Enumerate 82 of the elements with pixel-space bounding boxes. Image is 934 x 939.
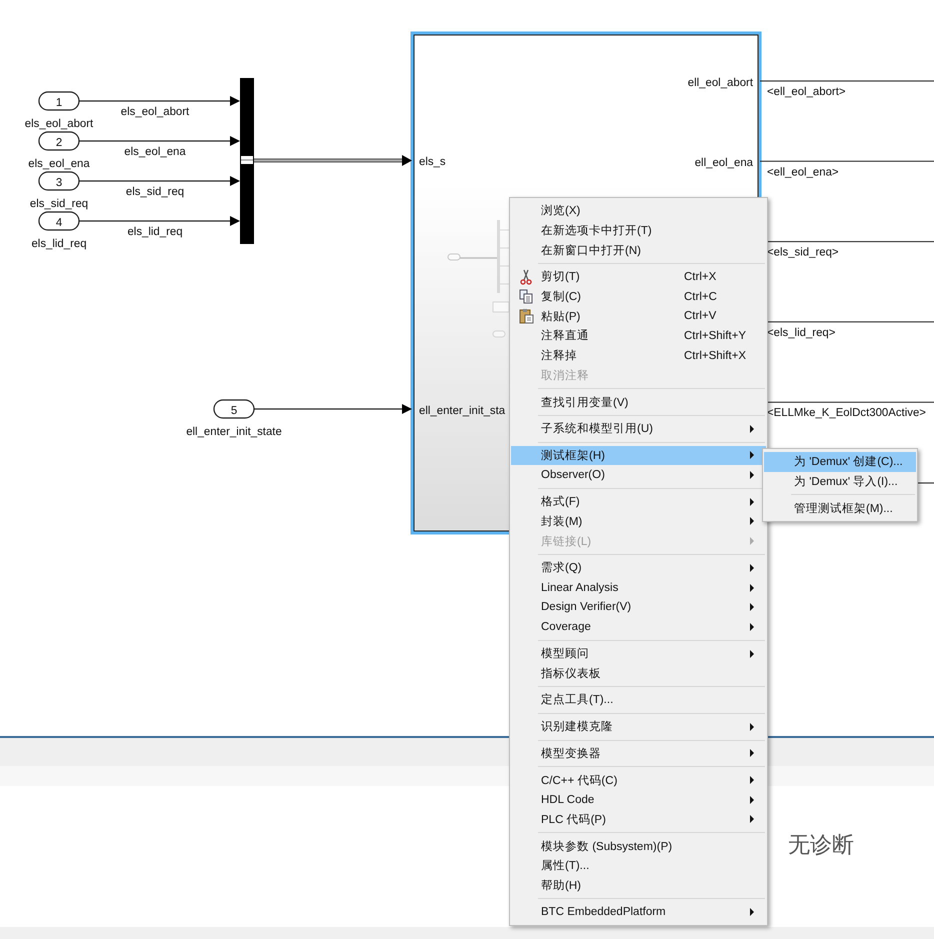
menu-item[interactable]: 注释直通 Ctrl+Shift+Y — [511, 326, 766, 346]
signal-label: els_lid_req — [127, 226, 183, 238]
submenu-arrow-icon — [750, 537, 754, 546]
menu-item[interactable]: 剪切(T) Ctrl+X — [511, 267, 766, 287]
port-number: 4 — [56, 217, 62, 229]
menu-item[interactable]: 需求(Q) — [511, 558, 766, 578]
scissors-icon — [519, 268, 533, 285]
port-label: ell_eol_ena — [694, 157, 753, 169]
menu-item[interactable]: HDL Code — [511, 790, 766, 810]
port-number: 3 — [56, 177, 62, 189]
port-label: els_s — [419, 156, 446, 168]
menu-item[interactable]: 模型顾问 — [511, 644, 766, 664]
menu-item[interactable]: 格式(F) — [511, 492, 766, 512]
submenu-arrow-icon — [750, 622, 754, 631]
submenu-arrow-icon — [750, 584, 754, 592]
block-name: els_lid_req — [31, 238, 87, 250]
menu-item[interactable]: Design Verifier(V) — [511, 597, 766, 618]
menu-item[interactable]: Coverage — [511, 617, 766, 637]
menu-item[interactable]: 帮助(H) — [511, 876, 766, 896]
signal-label: els_eol_ena — [124, 146, 186, 158]
block-name: els_eol_ena — [28, 158, 90, 170]
menu-item[interactable]: 测试框架(H) — [511, 446, 766, 466]
submenu-arrow-icon — [750, 424, 754, 433]
block-name: ell_enter_init_state — [186, 426, 282, 438]
submenu-arrow-icon — [750, 471, 754, 480]
menu-item[interactable]: 指标仪表板 — [511, 663, 766, 684]
menu-item[interactable]: 为 'Demux' 导入(I)... — [764, 472, 916, 492]
signal-label: <ELLMke_K_EolDct300Active> — [767, 407, 926, 420]
submenu-arrow-icon — [750, 908, 754, 916]
menu-item[interactable]: 识别建模克隆 — [511, 716, 766, 736]
submenu-arrow-icon — [750, 603, 754, 612]
inport-block[interactable] — [38, 171, 80, 191]
menu-item[interactable]: 查找引用变量(V) — [511, 392, 766, 412]
signal-label: <ell_eol_ena> — [767, 166, 839, 178]
submenu-arrow-icon — [750, 451, 754, 460]
inport-block[interactable] — [38, 91, 80, 111]
menu-item[interactable]: PLC 代码(P) — [511, 810, 766, 830]
signal-label: <els_sid_req> — [767, 246, 839, 259]
menu-item[interactable]: 在新选项卡中打开(T) — [511, 220, 766, 240]
signal-label: els_eol_abort — [120, 106, 190, 118]
port-label: ell_enter_init_sta — [419, 405, 506, 417]
menu-item[interactable]: 复制(C) Ctrl+C — [511, 286, 766, 306]
submenu-arrow-icon — [750, 517, 754, 526]
signal-label: els_sid_req — [126, 186, 184, 198]
inport-block[interactable] — [213, 399, 255, 419]
submenu-arrow-icon — [750, 722, 754, 731]
submenu-arrow-icon — [750, 650, 754, 658]
clipboard-icon — [518, 308, 534, 324]
inport-block[interactable] — [38, 211, 80, 231]
menu-item[interactable]: Linear Analysis — [511, 578, 766, 598]
port-label: ell_eol_abort — [688, 77, 753, 89]
menu-item[interactable]: 属性(T)... — [511, 856, 766, 876]
port-number: 1 — [56, 97, 62, 109]
menu-item[interactable]: 子系统和模型引用(U) — [511, 418, 766, 439]
menu-item[interactable]: 定点工具(T)... — [511, 690, 766, 710]
submenu-arrow-icon — [750, 776, 754, 784]
menu-item[interactable]: 粘贴(P) Ctrl+V — [511, 306, 766, 326]
menu-item[interactable]: 模型变换器 — [511, 744, 766, 764]
block-name: els_sid_req — [30, 198, 88, 210]
menu-item[interactable]: Observer(O) — [511, 465, 766, 485]
menu-item[interactable]: 为 'Demux' 创建(C)... — [764, 452, 916, 472]
menu-item[interactable]: 浏览(X) — [511, 201, 766, 221]
submenu-arrow-icon — [750, 815, 754, 824]
port-number: 5 — [230, 405, 238, 417]
menu-item[interactable]: 管理测试框架(M)... — [764, 498, 916, 518]
signal-label: <ell_eol_abort> — [767, 86, 846, 98]
menu-item[interactable]: C/C++ 代码(C) — [511, 770, 766, 790]
menu-item[interactable]: BTC EmbeddedPlatform — [511, 902, 766, 922]
block-name: els_eol_abort — [24, 118, 94, 130]
copy-icon — [519, 289, 533, 304]
menu-item[interactable]: 封装(M) — [511, 512, 766, 532]
menu-item[interactable]: 在新窗口中打开(N) — [511, 240, 766, 260]
signal-label: <els_lid_req> — [767, 326, 836, 339]
menu-item[interactable]: 注释掉 Ctrl+Shift+X — [511, 346, 766, 366]
inport-block[interactable] — [38, 131, 80, 151]
submenu-arrow-icon — [750, 498, 754, 506]
submenu-arrow-icon — [750, 564, 754, 572]
submenu-arrow-icon — [750, 749, 754, 758]
menu-item[interactable]: 模块参数 (Subsystem)(P) — [511, 836, 766, 856]
diagnostics-message: 无诊断 — [788, 831, 854, 859]
submenu-arrow-icon — [750, 796, 754, 804]
port-number: 2 — [56, 137, 62, 149]
